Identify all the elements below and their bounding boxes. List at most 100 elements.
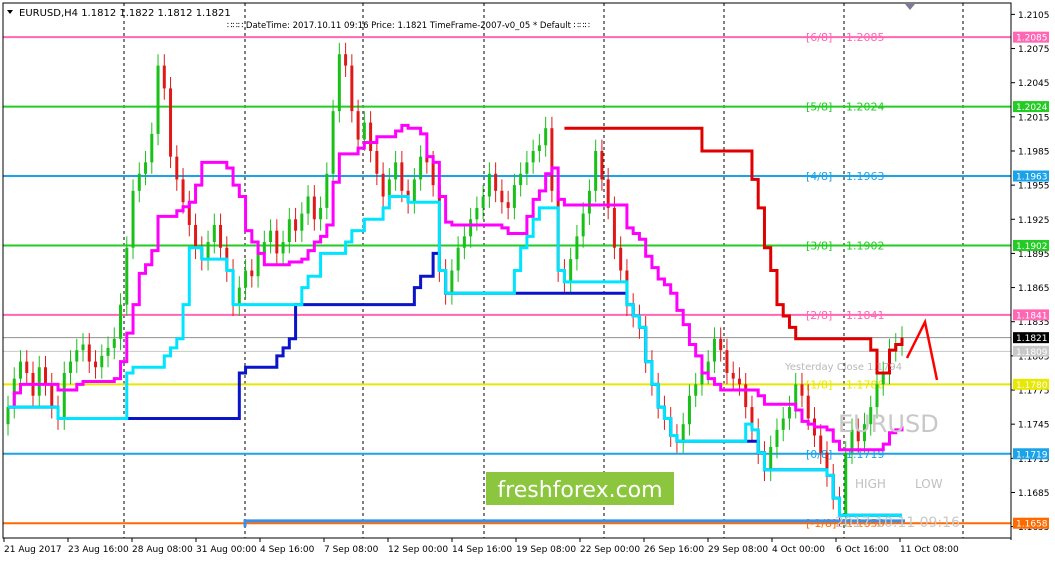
yesterday-close-tag-label: 1.1809 <box>1016 348 1048 358</box>
candle-body <box>112 338 116 348</box>
y-tick-label: 1.2105 <box>1018 11 1050 21</box>
candle-body <box>50 384 54 408</box>
current-price-tag-label: 1.1821 <box>1016 334 1048 344</box>
candle-body <box>500 190 504 203</box>
x-tick-label: 6 Oct 16:00 <box>836 545 889 555</box>
candle-body <box>262 242 266 254</box>
y-tick-label: 1.2015 <box>1018 113 1050 123</box>
candle-body <box>575 236 579 260</box>
candle-body <box>375 150 379 174</box>
candle-body <box>156 65 160 134</box>
chart-window: [6/8] 1.2085 [5/8] 1.2024 [4/8] 1.1963 [3/8] 1.… <box>0 0 1055 561</box>
candle-body <box>144 162 148 174</box>
y-tick-label: 1.1925 <box>1018 216 1050 226</box>
price-chart[interactable]: [6/8] 1.2085 [5/8] 1.2024 [4/8] 1.1963 [3/8] 1.… <box>0 0 1055 561</box>
candle-body <box>369 122 373 151</box>
candle-body <box>681 424 685 442</box>
murrey-level-value: 1.1841 <box>846 309 885 322</box>
murrey-level-label: [2/8] <box>806 309 832 322</box>
candle-body <box>119 304 123 339</box>
candle-body <box>194 224 198 248</box>
low-label: LOW <box>915 477 943 491</box>
candle-body <box>81 344 85 351</box>
x-tick-label: 11 Oct 08:00 <box>900 545 959 555</box>
x-tick-label: 31 Aug 00:00 <box>196 545 257 555</box>
candle-body <box>881 372 885 385</box>
candle-body <box>62 372 66 419</box>
candle-body <box>462 236 466 248</box>
y-tick-label: 1.1685 <box>1018 489 1050 499</box>
candle-body <box>475 207 479 220</box>
candle-body <box>269 230 273 243</box>
candle-body <box>731 372 735 379</box>
murrey-level-label: [3/8] <box>806 239 832 252</box>
candle-body <box>700 372 704 385</box>
candle-body <box>512 185 516 208</box>
candle-body <box>706 361 710 373</box>
candle-body <box>450 270 454 294</box>
candle-body <box>694 384 698 396</box>
price-tag-label: 1.1780 <box>1016 381 1048 391</box>
candle-body <box>494 173 498 191</box>
price-tag-label: 1.1841 <box>1016 311 1048 321</box>
candle-body <box>106 347 110 356</box>
candle-body <box>687 395 691 425</box>
murrey-level-value: 1.2024 <box>846 101 885 114</box>
candle-body <box>712 338 716 362</box>
x-tick-label: 29 Sep 08:00 <box>708 545 768 555</box>
watermark-timestamp: 2017.10.11 09:16 <box>835 515 960 531</box>
candle-body <box>131 190 135 248</box>
yesterday-close-label: Yesterday Close 1.1794 <box>784 362 902 373</box>
candle-body <box>300 213 304 231</box>
candle-body <box>19 361 23 379</box>
candle-body <box>306 196 310 214</box>
x-tick-label: 4 Oct 00:00 <box>772 545 825 555</box>
candle-body <box>744 384 748 408</box>
candle-body <box>587 190 591 214</box>
candle-body <box>769 446 773 470</box>
candle-body <box>781 418 785 430</box>
x-tick-label: 22 Sep 00:00 <box>580 545 640 555</box>
candle-body <box>431 162 435 186</box>
y-tick-label: 1.2045 <box>1018 79 1050 89</box>
x-tick-label: 23 Aug 16:00 <box>68 545 129 555</box>
candle-body <box>344 54 348 66</box>
candle-body <box>594 150 598 191</box>
y-tick-label: 1.1865 <box>1018 284 1050 294</box>
candle-body <box>206 242 210 260</box>
candle-body <box>806 395 810 419</box>
x-tick-label: 26 Sep 16:00 <box>644 545 704 555</box>
candle-body <box>419 156 423 180</box>
candle-body <box>331 111 335 174</box>
candle-body <box>281 242 285 254</box>
candle-body <box>844 452 848 516</box>
candle-body <box>350 65 354 112</box>
murrey-level-label: [1/8] <box>806 378 832 391</box>
price-tag-label: 1.1902 <box>1016 242 1048 252</box>
candle-body <box>44 367 48 385</box>
price-tag-label: 1.2085 <box>1016 34 1048 44</box>
candle-body <box>487 173 491 197</box>
candle-body <box>387 179 391 197</box>
y-tick-label: 1.2075 <box>1018 45 1050 55</box>
candle-body <box>456 247 460 271</box>
candle-body <box>69 361 73 373</box>
candle-body <box>787 407 791 419</box>
candle-body <box>519 173 523 186</box>
price-tag-label: 1.1719 <box>1016 450 1048 460</box>
x-tick-label: 12 Sep 00:00 <box>388 545 448 555</box>
y-tick-label: 1.1745 <box>1018 421 1050 431</box>
x-tick-label: 14 Sep 16:00 <box>452 545 512 555</box>
murrey-level-value: 1.1780 <box>846 378 885 391</box>
candle-body <box>137 173 141 191</box>
brand-text[interactable]: freshforex.com <box>497 478 662 503</box>
candle-body <box>337 54 341 112</box>
candle-body <box>319 207 323 220</box>
candle-body <box>356 111 360 140</box>
candle-body <box>525 162 529 174</box>
candle-body <box>212 224 216 243</box>
candle-body <box>737 378 741 385</box>
candle-body <box>800 384 804 396</box>
candle-body <box>250 270 254 277</box>
candle-body <box>581 213 585 237</box>
